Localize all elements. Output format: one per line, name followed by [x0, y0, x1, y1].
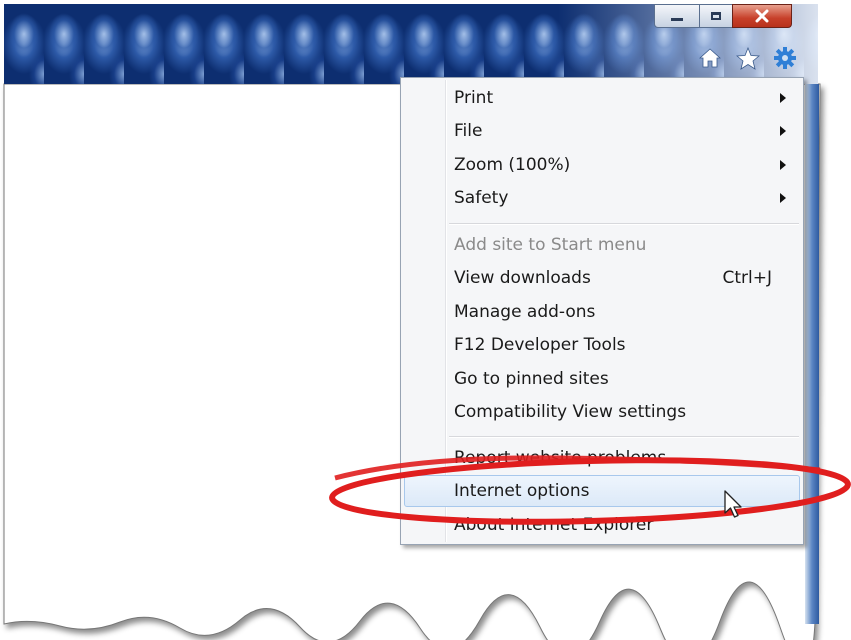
tools-button[interactable]: [773, 46, 797, 70]
menu-item-shortcut: Ctrl+J: [722, 268, 772, 288]
close-icon: [755, 9, 769, 23]
menu-separator: [449, 436, 799, 438]
menu-item-label: View downloads: [454, 268, 591, 288]
tools-menu: Print File Zoom (100%) Safety Add site t…: [400, 77, 804, 545]
menu-item-report-website-problems[interactable]: Report website problems: [404, 442, 800, 474]
menu-item-go-to-pinned-sites[interactable]: Go to pinned sites: [404, 363, 800, 395]
menu-item-label: File: [454, 121, 483, 141]
menu-item-compatibility-view-settings[interactable]: Compatibility View settings: [404, 396, 800, 428]
window-caption-buttons: [654, 4, 792, 30]
submenu-arrow-icon: [780, 93, 786, 103]
menu-item-manage-add-ons[interactable]: Manage add-ons: [404, 296, 800, 328]
menu-item-file[interactable]: File: [404, 115, 800, 147]
menu-item-view-downloads[interactable]: View downloads Ctrl+J: [404, 262, 800, 294]
home-button[interactable]: [698, 46, 722, 70]
menu-item-print[interactable]: Print: [404, 82, 800, 114]
favorites-button[interactable]: [736, 46, 760, 70]
menu-item-label: Safety: [454, 188, 509, 208]
star-icon: [736, 46, 760, 70]
menu-item-label: Zoom (100%): [454, 155, 571, 175]
maximize-icon: [711, 12, 721, 20]
menu-item-label: Go to pinned sites: [454, 369, 609, 389]
maximize-button[interactable]: [699, 4, 733, 28]
window-right-border: [805, 84, 819, 624]
submenu-arrow-icon: [780, 193, 786, 203]
menu-item-label: Compatibility View settings: [454, 402, 687, 422]
submenu-arrow-icon: [780, 126, 786, 136]
close-button[interactable]: [732, 4, 792, 28]
menu-item-f12-developer-tools[interactable]: F12 Developer Tools: [404, 329, 800, 361]
menu-item-safety[interactable]: Safety: [404, 182, 800, 214]
minimize-icon: [671, 17, 683, 21]
menu-item-label: Report website problems: [454, 448, 667, 468]
menu-item-label: Add site to Start menu: [454, 235, 647, 255]
menu-item-zoom[interactable]: Zoom (100%): [404, 149, 800, 181]
menu-item-label: Internet options: [454, 481, 590, 501]
menu-item-label: Print: [454, 88, 494, 108]
menu-item-label: About Internet Explorer: [454, 515, 654, 535]
mouse-cursor-icon: [724, 490, 742, 518]
home-icon: [699, 48, 721, 68]
minimize-button[interactable]: [654, 4, 700, 28]
gear-icon: [774, 47, 796, 69]
menu-item-label: Manage add-ons: [454, 302, 596, 322]
menu-separator: [449, 223, 799, 225]
menu-item-add-site-to-start-menu: Add site to Start menu: [404, 229, 800, 261]
submenu-arrow-icon: [780, 160, 786, 170]
menu-item-label: F12 Developer Tools: [454, 335, 626, 355]
